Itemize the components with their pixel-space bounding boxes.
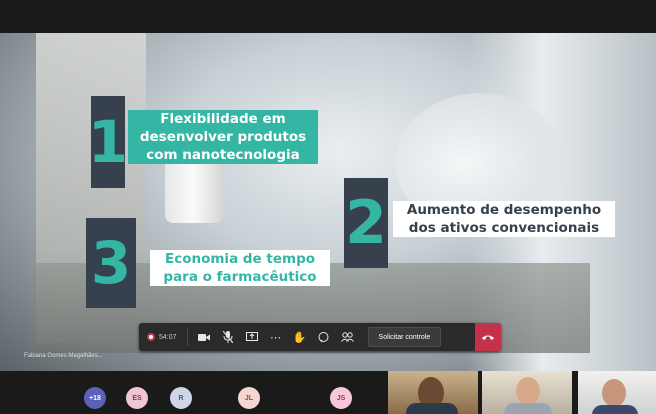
raise-hand-icon[interactable]: ✋: [288, 325, 312, 349]
participant-avatar-jl[interactable]: JL: [238, 387, 260, 409]
call-timer: 54:07: [139, 333, 183, 341]
video-person-body: [504, 403, 552, 414]
slide-number-3: 3: [86, 218, 136, 308]
shared-screen: 1 Flexibilidade em desenvolver produtos …: [0, 33, 656, 371]
participant-video-3[interactable]: [578, 371, 656, 414]
slide-item-2-text: Aumento de desempenho dos ativos convenc…: [393, 201, 615, 237]
recording-icon: [147, 333, 155, 341]
participant-video-1[interactable]: [388, 371, 478, 414]
hang-up-button[interactable]: [475, 323, 501, 351]
top-bar: [0, 0, 656, 33]
slide-item-3-text: Economia de tempo para o farmacêutico: [150, 250, 330, 286]
more-icon[interactable]: ⋯: [264, 325, 288, 349]
toolbar-divider: [186, 328, 188, 346]
more-participants-avatar[interactable]: +18: [84, 387, 106, 409]
participant-avatar-js[interactable]: JS: [330, 387, 352, 409]
slide-number-2: 2: [344, 178, 388, 268]
call-timer-value: 54:07: [159, 333, 177, 341]
video-camera-icon[interactable]: [192, 325, 216, 349]
video-person-head: [602, 379, 626, 407]
slide-number-1: 1: [88, 96, 128, 188]
request-control-button[interactable]: Solicitar controle: [367, 327, 442, 347]
slide-item-2-label: Aumento de desempenho dos ativos convenc…: [393, 201, 615, 238]
meeting-toolbar: 54:07 ⋯ ✋ Solicitar controle: [139, 323, 501, 351]
slide-item-1-text: Flexibilidade em desenvolver produtos co…: [128, 110, 318, 164]
presenter-name: Fabiana Gomes Magalhães...: [24, 353, 103, 359]
slide-item-3-label: Economia de tempo para o farmacêutico: [150, 250, 330, 287]
share-screen-icon[interactable]: [240, 325, 264, 349]
participant-video-2[interactable]: [482, 371, 572, 414]
participants-icon[interactable]: [336, 325, 360, 349]
chat-icon[interactable]: [312, 325, 336, 349]
slide-item-1-label: Flexibilidade em desenvolver produtos co…: [128, 110, 318, 165]
participant-avatar-es[interactable]: ES: [126, 387, 148, 409]
participant-avatar-r[interactable]: R: [170, 387, 192, 409]
video-person-head: [516, 377, 540, 405]
video-person-body: [406, 403, 458, 414]
hang-up-icon: [482, 331, 494, 344]
video-person-body: [592, 405, 638, 414]
mic-muted-icon[interactable]: [216, 325, 240, 349]
